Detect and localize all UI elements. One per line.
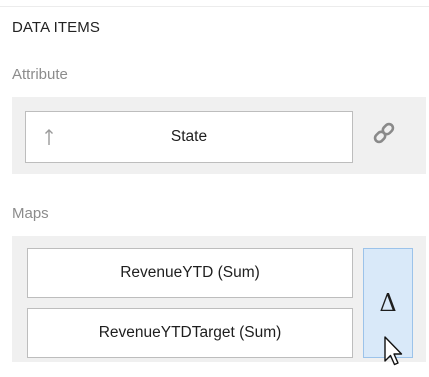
top-divider [0,6,429,7]
maps-item-revenue-ytd[interactable]: RevenueYTD (Sum) [27,248,353,298]
attribute-item-label: State [170,128,208,145]
chain-link-icon[interactable] [369,118,399,148]
attribute-group: State [12,97,426,174]
section-title: DATA ITEMS [12,19,100,36]
attribute-group-label: Attribute [12,66,68,83]
arrow-up-icon [45,129,53,145]
mouse-cursor-icon [384,336,403,366]
data-items-panel: DATA ITEMS Attribute State Maps RevenueY… [0,0,429,377]
attribute-item-state[interactable]: State [25,111,353,163]
maps-item-label: RevenueYTD (Sum) [120,264,260,281]
maps-group-label: Maps [12,205,49,222]
maps-item-label: RevenueYTDTarget (Sum) [98,324,282,341]
maps-item-revenue-ytd-target[interactable]: RevenueYTDTarget (Sum) [27,308,353,358]
maps-group: RevenueYTD (Sum) RevenueYTDTarget (Sum) … [12,236,426,362]
delta-label: Δ [379,289,397,317]
